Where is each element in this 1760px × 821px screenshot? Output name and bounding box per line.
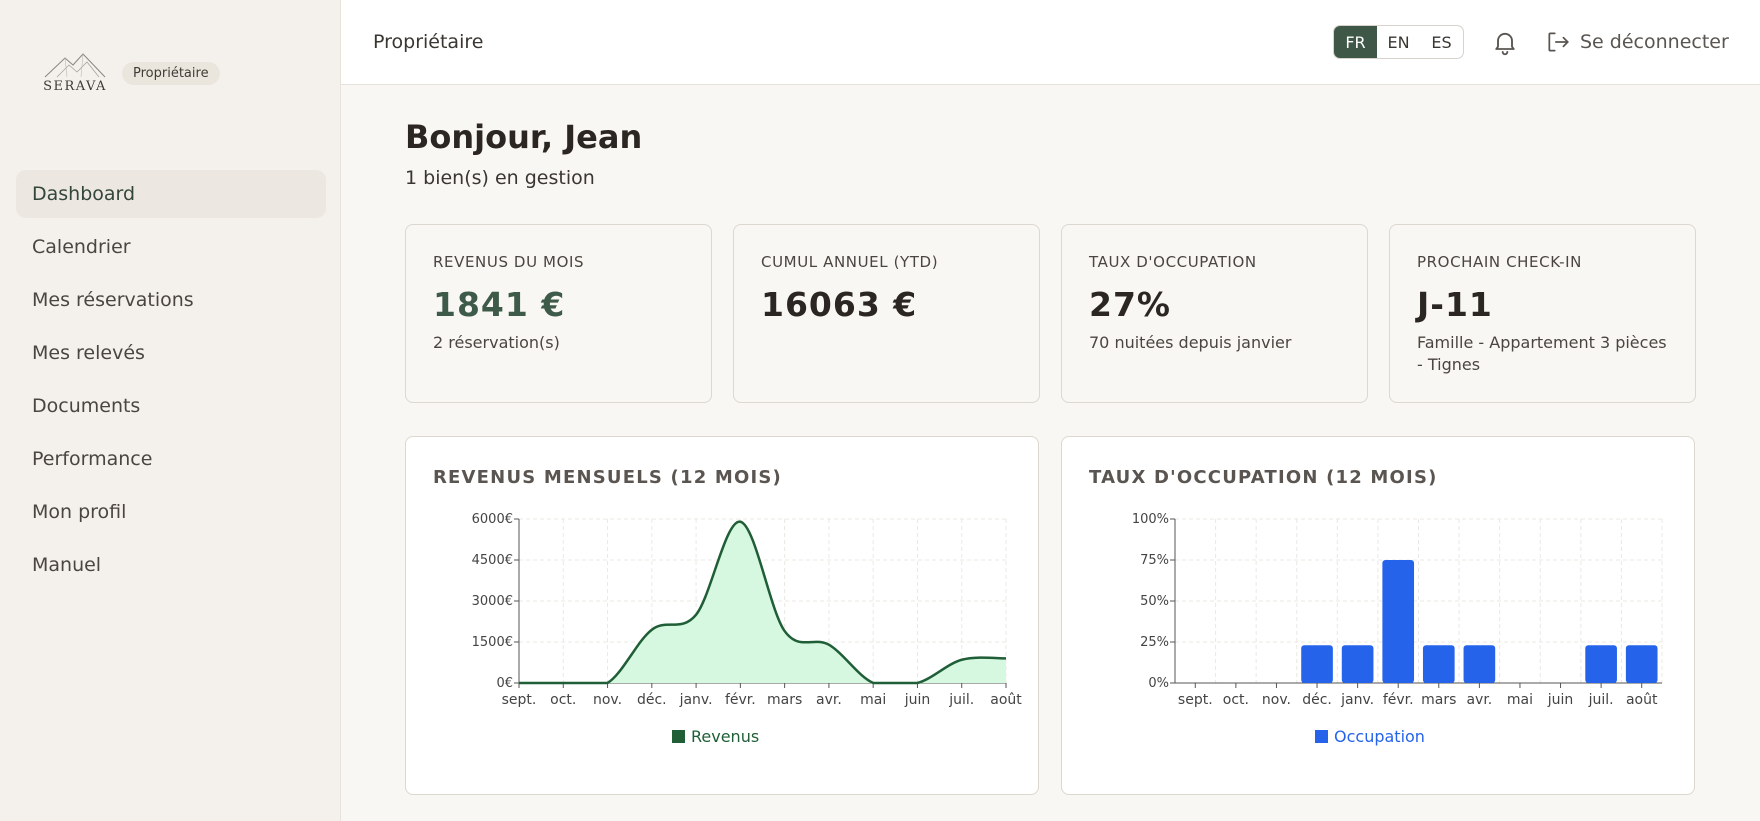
language-switcher: FR EN ES (1333, 25, 1464, 59)
x-tick-label: juil. (1588, 692, 1614, 708)
legend-swatch (672, 730, 685, 743)
logout-label: Se déconnecter (1580, 31, 1729, 53)
chart-legend[interactable]: Revenus (672, 727, 759, 746)
y-tick-label: 25% (1140, 635, 1169, 650)
kpi-value: 16063 € (761, 285, 918, 324)
x-tick-label: sept. (1178, 692, 1213, 708)
kpi-card-cumul: CUMUL ANNUEL (YTD) 16063 € (733, 224, 1040, 403)
x-tick-label: avr. (816, 692, 842, 708)
lang-es-button[interactable]: ES (1420, 26, 1463, 58)
x-tick-label: juil. (948, 692, 974, 708)
sidebar-item-calendrier[interactable]: Calendrier (16, 223, 326, 271)
x-tick-label: janv. (1340, 692, 1374, 708)
page-title: Bonjour, Jean (405, 118, 643, 156)
occupancy-bar (1341, 645, 1374, 683)
role-badge: Propriétaire (122, 61, 220, 85)
occupancy-bar (1382, 560, 1415, 683)
bell-icon[interactable] (1491, 28, 1519, 56)
sidebar-item-profil[interactable]: Mon profil (16, 488, 326, 536)
kpi-sub: 70 nuitées depuis janvier (1089, 333, 1292, 352)
y-tick-label: 50% (1140, 594, 1169, 609)
occupancy-chart-card: TAUX D'OCCUPATION (12 MOIS) 0% 25% 50% 75% 1… (1061, 436, 1695, 795)
x-tick-label: août (1626, 692, 1658, 708)
page-subtitle: 1 bien(s) en gestion (405, 167, 595, 189)
kpi-value: 27% (1089, 285, 1171, 324)
kpi-card-occupation: TAUX D'OCCUPATION 27% 70 nuitées depuis … (1061, 224, 1368, 403)
kpi-label: TAUX D'OCCUPATION (1089, 253, 1257, 271)
brand: SERAVA Propriétaire (42, 52, 220, 94)
sidebar-nav: Dashboard Calendrier Mes réservations Me… (16, 170, 326, 594)
kpi-card-checkin: PROCHAIN CHECK-IN J-11 Famille - Apparte… (1389, 224, 1696, 403)
y-tick-label: 100% (1132, 512, 1169, 527)
topbar-title: Propriétaire (373, 31, 484, 53)
occupancy-bar (1463, 645, 1496, 683)
sidebar-item-manuel[interactable]: Manuel (16, 541, 326, 589)
x-tick-label: déc. (637, 692, 667, 708)
revenue-area (519, 521, 1006, 683)
legend-swatch (1315, 730, 1328, 743)
logo-text: SERAVA (43, 79, 107, 94)
occupancy-bar (1625, 645, 1658, 683)
lang-fr-button[interactable]: FR (1334, 26, 1377, 58)
occupancy-bar (1585, 645, 1617, 683)
x-tick-label: févr. (1383, 692, 1414, 708)
x-tick-label: janv. (679, 692, 713, 708)
y-tick-label: 75% (1140, 553, 1169, 568)
occupancy-bar (1301, 645, 1333, 683)
sidebar-item-dashboard[interactable]: Dashboard (16, 170, 326, 218)
y-tick-label: 3000€ (472, 594, 513, 609)
x-tick-label: mai (1507, 692, 1533, 708)
kpi-value: 1841 € (433, 285, 566, 324)
x-tick-label: déc. (1302, 692, 1332, 708)
lang-en-button[interactable]: EN (1377, 26, 1420, 58)
serava-logo[interactable]: SERAVA (42, 52, 108, 94)
chart-legend[interactable]: Occupation (1315, 727, 1425, 746)
logout-button[interactable]: Se déconnecter (1545, 29, 1729, 55)
legend-label: Revenus (691, 727, 760, 746)
kpi-value: J-11 (1417, 285, 1493, 324)
revenue-chart-card: REVENUS MENSUELS (12 MOIS) 0€ 1500€ 3000€ 4… (405, 436, 1039, 795)
x-tick-label: mars (767, 692, 802, 708)
sidebar-item-releves[interactable]: Mes relevés (16, 329, 326, 377)
y-tick-label: 1500€ (472, 635, 513, 650)
x-tick-label: oct. (1223, 692, 1249, 708)
kpi-card-revenus: REVENUS DU MOIS 1841 € 2 réservation(s) (405, 224, 712, 403)
x-tick-label: mars (1421, 692, 1456, 708)
y-tick-label: 0% (1148, 676, 1169, 691)
y-tick-label: 4500€ (472, 553, 513, 568)
topbar: Propriétaire FR EN ES Se déconnecter (341, 0, 1760, 85)
x-tick-label: oct. (550, 692, 576, 708)
logout-icon (1548, 32, 1569, 52)
kpi-label: REVENUS DU MOIS (433, 253, 585, 271)
x-tick-label: avr. (1466, 692, 1492, 708)
y-tick-label: 0€ (496, 676, 513, 691)
x-tick-label: juin (1547, 692, 1574, 708)
sidebar-item-reservations[interactable]: Mes réservations (16, 276, 326, 324)
x-tick-label: août (990, 692, 1022, 708)
legend-label: Occupation (1334, 727, 1425, 746)
kpi-sub: Famille - Appartement 3 pièces - Tignes (1417, 333, 1667, 374)
occupancy-bar (1422, 645, 1455, 683)
x-tick-label: sept. (502, 692, 537, 708)
x-tick-label: févr. (725, 692, 756, 708)
x-tick-label: nov. (593, 692, 622, 708)
kpi-sub: 2 réservation(s) (433, 333, 560, 352)
mountain-logo-icon (44, 53, 106, 78)
sidebar-item-documents[interactable]: Documents (16, 382, 326, 430)
kpi-label: PROCHAIN CHECK-IN (1417, 253, 1582, 271)
sidebar: SERAVA Propriétaire Dashboard Calendrier… (0, 0, 341, 821)
kpi-label: CUMUL ANNUEL (YTD) (761, 253, 939, 271)
y-tick-label: 6000€ (472, 512, 513, 527)
x-tick-label: juin (904, 692, 931, 708)
x-tick-label: mai (860, 692, 886, 708)
x-tick-label: nov. (1262, 692, 1291, 708)
sidebar-item-performance[interactable]: Performance (16, 435, 326, 483)
